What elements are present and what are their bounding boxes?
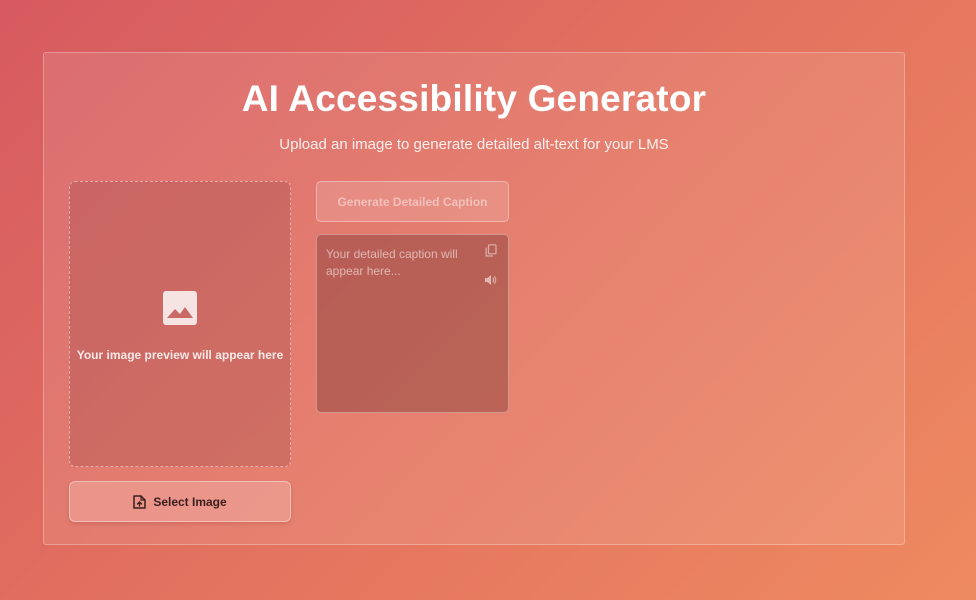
generate-caption-button[interactable]: Generate Detailed Caption (316, 181, 509, 222)
caption-output[interactable]: Your detailed caption will appear here..… (316, 234, 509, 413)
generator-card: AI Accessibility Generator Upload an ima… (43, 52, 905, 545)
page-title: AI Accessibility Generator (241, 78, 707, 119)
image-preview-dropzone[interactable]: Your image preview will appear here (69, 181, 291, 467)
select-image-button[interactable]: Select Image (69, 481, 291, 522)
file-upload-icon (133, 494, 147, 509)
select-image-label: Select Image (153, 494, 227, 509)
speaker-icon[interactable] (484, 274, 497, 286)
page-subtitle: Upload an image to generate detailed alt… (279, 136, 669, 153)
copy-icon[interactable] (485, 244, 497, 257)
preview-placeholder-text: Your image preview will appear here (76, 348, 284, 362)
image-icon (163, 291, 197, 325)
caption-placeholder-text: Your detailed caption will appear here..… (326, 247, 458, 278)
